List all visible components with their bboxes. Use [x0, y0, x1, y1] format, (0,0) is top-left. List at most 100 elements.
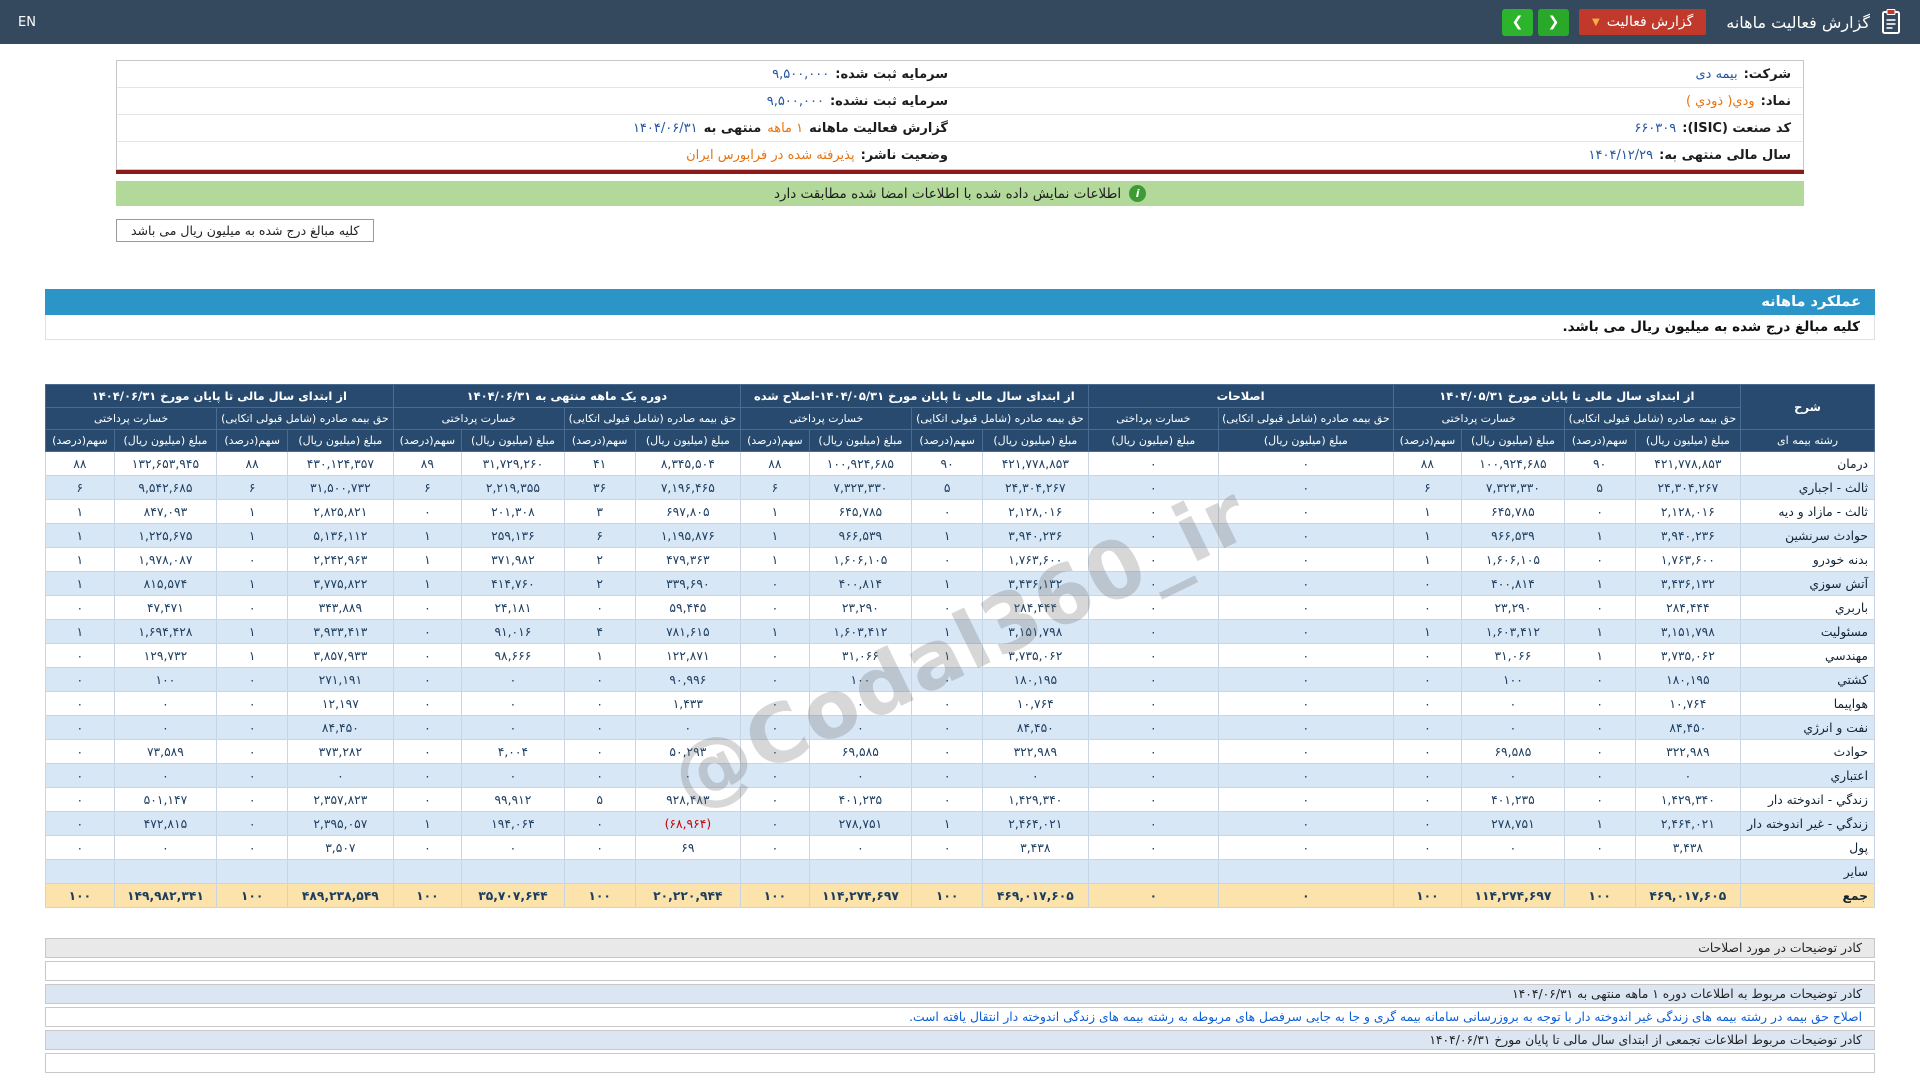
table-cell: ۰	[1393, 836, 1462, 860]
info-row: سال مالی منتهی به:۱۴۰۴/۱۲/۲۹	[960, 142, 1803, 169]
table-cell: ۹۶۶,۵۳۹	[809, 524, 912, 548]
table-cell: ۲۴,۳۰۴,۲۶۷	[983, 476, 1088, 500]
table-cell: ۰	[1219, 740, 1394, 764]
table-cell	[288, 860, 393, 884]
table-cell: ۵۹,۴۴۵	[635, 596, 740, 620]
table-cell: ۱	[1393, 548, 1462, 572]
table-cell: ۰	[1088, 836, 1219, 860]
table-cell: ۰	[741, 644, 810, 668]
table-cell: ۳,۴۳۸	[1635, 836, 1740, 860]
info-value: ۱۴۰۴/۱۲/۲۹	[1589, 148, 1654, 163]
table-cell: ۱۱۴,۲۷۴,۶۹۷	[1462, 884, 1565, 908]
table-cell: ۰	[809, 692, 912, 716]
table-cell: ۰	[114, 764, 217, 788]
table-cell: ۰	[1393, 740, 1462, 764]
table-cell: ۴۷۹,۳۶۳	[635, 548, 740, 572]
table-cell: ۱۰۰	[217, 884, 288, 908]
share-header: سهم(درصد)	[1564, 430, 1635, 452]
table-cell: ۳,۹۴۰,۲۳۶	[983, 524, 1088, 548]
table-cell: ۰	[564, 812, 635, 836]
next-report-button[interactable]: ❯	[1538, 9, 1569, 36]
table-cell: ۱۰۰,۹۲۴,۶۸۵	[809, 452, 912, 476]
amounts-note-box: کلیه مبالغ درج شده به میلیون ریال می باش…	[116, 219, 374, 242]
table-cell: ۰	[46, 644, 115, 668]
table-cell: ۰	[635, 716, 740, 740]
table-cell	[1635, 860, 1740, 884]
annotation-row: کادر توضیحات مربوط به اطلاعات دوره ۱ ماه…	[45, 984, 1875, 1004]
table-cell: ۶۹,۵۸۵	[1462, 740, 1565, 764]
table-cell: ۰	[393, 764, 462, 788]
table-cell: ۲۳,۲۹۰	[1462, 596, 1565, 620]
table-cell: ۴۳۰,۱۲۴,۳۵۷	[288, 452, 393, 476]
main-content: عملکرد ماهانه کلیه مبالغ درج شده به میلی…	[45, 289, 1875, 1073]
table-cell: ۱	[741, 548, 810, 572]
table-cell: ۲,۳۹۵,۰۵۷	[288, 812, 393, 836]
table-cell: ۴۷,۴۷۱	[114, 596, 217, 620]
table-cell: ۳۲۲,۹۸۹	[1635, 740, 1740, 764]
table-cell: ۰	[1564, 596, 1635, 620]
table-cell: ۰	[809, 716, 912, 740]
info-row: گزارش فعالیت ماهانه۱ ماههمنتهی به۱۴۰۴/۰۶…	[117, 115, 960, 142]
table-cell: ۰	[912, 668, 983, 692]
insurance-field-name: زندگي - غیر اندوخته دار	[1741, 812, 1875, 836]
table-cell: ۰	[564, 668, 635, 692]
table-cell: ۱۴۹,۹۸۲,۳۴۱	[114, 884, 217, 908]
table-cell: ۳,۴۳۶,۱۳۲	[1635, 572, 1740, 596]
info-icon: i	[1129, 185, 1146, 202]
table-cell: ۳,۹۴۰,۲۳۶	[1635, 524, 1740, 548]
table-cell: ۸۸	[1393, 452, 1462, 476]
table-cell: ۱	[46, 548, 115, 572]
table-cell: ۰	[393, 716, 462, 740]
table-cell: ۰	[393, 500, 462, 524]
table-row: اعتباري۰۰۰۰۰۰۰۰۰۰۰۰۰۰۰۰۰۰	[46, 764, 1875, 788]
table-cell: ۱۲,۱۹۷	[288, 692, 393, 716]
report-type-dropdown[interactable]: گزارش فعالیت ▼	[1579, 9, 1706, 35]
issued-premium-subheader: حق بیمه صادره (شامل قبولی اتکایی)	[564, 408, 740, 430]
table-cell: ۵	[912, 476, 983, 500]
table-cell: ۲,۲۱۹,۳۵۵	[462, 476, 565, 500]
insurance-field-header: رشته بیمه ای	[1741, 430, 1875, 452]
table-cell: ۱,۱۹۵,۸۷۶	[635, 524, 740, 548]
table-cell: ۱	[46, 572, 115, 596]
previous-report-button[interactable]: ❮	[1502, 9, 1533, 36]
amount-header: مبلغ (میلیون ریال)	[1219, 430, 1394, 452]
table-cell: ۱,۴۳۳	[635, 692, 740, 716]
table-cell: ۰	[1088, 716, 1219, 740]
share-header: سهم(درصد)	[741, 430, 810, 452]
table-cell	[741, 860, 810, 884]
table-cell: ۰	[393, 788, 462, 812]
top-header-bar: گزارش فعالیت ماهانه گزارش فعالیت ▼ ❮ ❯ E…	[0, 0, 1920, 44]
table-cell: ۰	[1219, 692, 1394, 716]
insurance-field-name: حوادث سرنشین	[1741, 524, 1875, 548]
table-cell: ۰	[393, 836, 462, 860]
table-cell: ۱۱۴,۲۷۴,۶۹۷	[809, 884, 912, 908]
table-cell: ۶۴۵,۷۸۵	[809, 500, 912, 524]
table-cell: ۳,۴۳۶,۱۳۲	[983, 572, 1088, 596]
table-cell: ۰	[741, 764, 810, 788]
table-cell: ۳,۷۷۵,۸۲۲	[288, 572, 393, 596]
info-value: ۱۴۰۴/۰۶/۳۱	[633, 121, 698, 136]
table-cell: ۰	[462, 716, 565, 740]
amount-header: مبلغ (میلیون ریال)	[288, 430, 393, 452]
table-cell: ۰	[741, 668, 810, 692]
table-cell: ۰	[912, 548, 983, 572]
language-toggle-en[interactable]: EN	[18, 15, 36, 30]
monthly-performance-table: شرحاز ابتدای سال مالی تا پایان مورخ ۱۴۰۴…	[45, 384, 1875, 908]
table-cell: ۰	[1219, 884, 1394, 908]
table-row: نفت و انرژي۸۴,۴۵۰۰۰۰۰۰۸۴,۴۵۰۰۰۰۰۰۰۰۸۴,۴۵…	[46, 716, 1875, 740]
table-cell: ۳۱,۵۰۰,۷۳۲	[288, 476, 393, 500]
table-cell: ۳۶	[564, 476, 635, 500]
table-cell: ۰	[46, 596, 115, 620]
table-cell: ۰	[114, 716, 217, 740]
chevron-down-icon: ▼	[1592, 17, 1600, 28]
table-cell: ۰	[114, 692, 217, 716]
info-value: پذیرفته شده در فرابورس ایران	[686, 148, 855, 163]
report-navigation: ❮ ❯	[1502, 9, 1569, 36]
table-cell: ۰	[217, 596, 288, 620]
table-cell: ۲,۲۴۲,۹۶۳	[288, 548, 393, 572]
table-cell: ۶	[1393, 476, 1462, 500]
table-cell: ۰	[46, 692, 115, 716]
table-cell: ۱	[393, 524, 462, 548]
table-cell: ۳۲۲,۹۸۹	[983, 740, 1088, 764]
table-cell: ۰	[46, 788, 115, 812]
